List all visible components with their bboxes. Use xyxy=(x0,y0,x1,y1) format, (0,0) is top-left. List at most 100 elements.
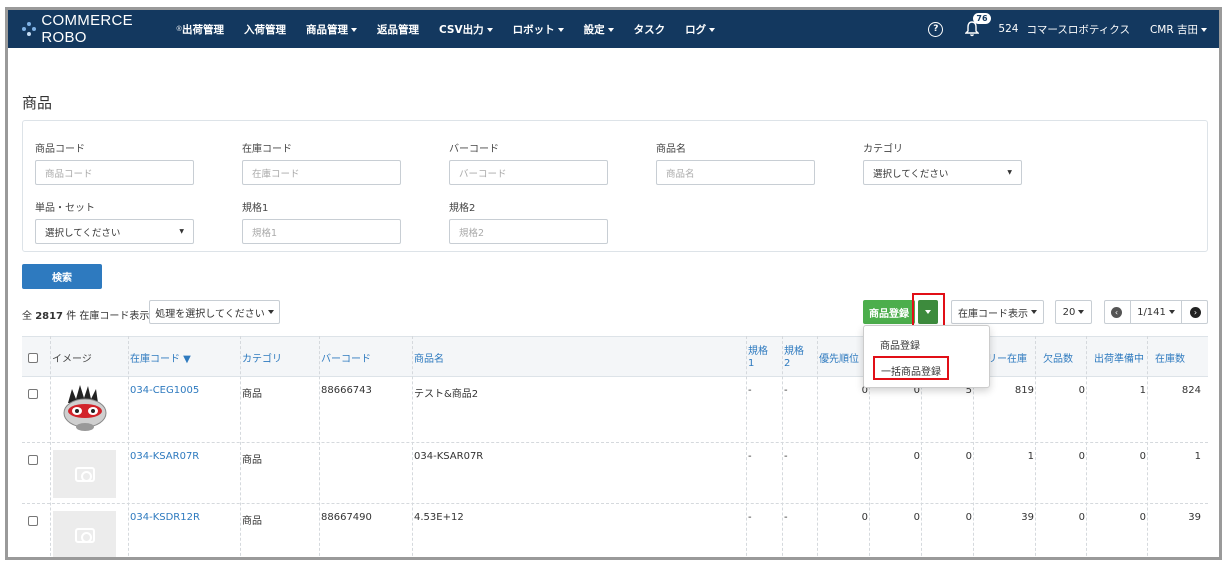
notification-badge: 76 xyxy=(973,13,991,24)
col-stock-code[interactable]: 在庫コード ▼ xyxy=(130,337,191,378)
spec2-input[interactable]: 規格2 xyxy=(449,219,608,244)
select-arrow-icon: ▼ xyxy=(1007,169,1012,176)
product-thumbnail[interactable] xyxy=(54,383,116,435)
help-icon[interactable]: ? xyxy=(928,21,944,37)
col-spec2[interactable]: 規格 2 xyxy=(784,337,804,378)
filter-panel: 商品コード 商品コード 在庫コード 在庫コード バーコード バーコード 商品名 … xyxy=(22,120,1208,252)
product-name-input[interactable]: 商品名 xyxy=(656,160,815,185)
col-category[interactable]: カテゴリ xyxy=(242,337,282,378)
page-title: 商品 xyxy=(22,94,53,112)
per-page-select[interactable]: 20 xyxy=(1055,300,1092,324)
search-button[interactable]: 検索 xyxy=(22,264,102,289)
spec1-field: 規格1 規格1 xyxy=(242,199,401,244)
product-thumbnail[interactable] xyxy=(53,511,116,557)
col-image: イメージ xyxy=(52,354,92,365)
register-dropdown-menu: 商品登録 一括商品登録 xyxy=(863,325,990,388)
highlight-box xyxy=(873,356,949,380)
cell-spec1: - xyxy=(748,385,752,396)
cell-free-stock: 39 xyxy=(1021,512,1034,523)
nav-item[interactable]: CSV出力 xyxy=(439,22,493,37)
cell-spec2: - xyxy=(784,385,788,396)
column-divider xyxy=(1035,336,1036,557)
column-divider xyxy=(50,336,51,557)
bulk-action-select[interactable]: 処理を選択してください xyxy=(149,300,280,324)
notifications-button[interactable]: 76 xyxy=(964,13,991,37)
cell-shortage: 0 xyxy=(1078,385,1085,396)
column-divider xyxy=(817,336,818,557)
nav-item[interactable]: ロボット xyxy=(513,22,564,37)
col-preparing[interactable]: 出荷準備中 xyxy=(1094,337,1144,378)
row-checkbox[interactable] xyxy=(28,516,38,526)
camera-icon xyxy=(74,527,95,543)
table-row: 034-KSAR07R 商品 034-KSAR07R - - 0 0 1 0 0 1 xyxy=(22,443,1208,504)
stock-code-input[interactable]: 在庫コード xyxy=(242,160,401,185)
nav-item[interactable]: 商品管理 xyxy=(306,22,357,37)
row-checkbox[interactable] xyxy=(28,455,38,465)
cell-stock: 824 xyxy=(1181,385,1201,396)
register-product-button[interactable]: 商品登録 xyxy=(863,300,915,324)
col-shortage[interactable]: 欠品数 xyxy=(1043,337,1073,378)
nav-item[interactable]: 出荷管理 xyxy=(182,22,224,37)
cell-free-stock: 819 xyxy=(1014,385,1034,396)
cell-preparing: 1 xyxy=(1139,385,1146,396)
col-spec1[interactable]: 規格 1 xyxy=(748,337,768,378)
col-name[interactable]: 商品名 xyxy=(414,337,444,378)
cell-stock-code[interactable]: 034-KSAR07R xyxy=(130,451,199,462)
cell-barcode: 88666743 xyxy=(321,385,372,396)
brand-logo[interactable]: COMMERCE ROBO ® xyxy=(22,12,182,46)
col-priority[interactable]: 優先順位 xyxy=(819,337,859,378)
cell-stock: 39 xyxy=(1188,512,1201,523)
col-barcode[interactable]: バーコード xyxy=(321,337,371,378)
select-all-checkbox[interactable] xyxy=(28,353,38,363)
column-divider xyxy=(746,336,747,557)
single-set-field: 単品・セット 選択してください ▼ xyxy=(35,199,194,244)
column-divider xyxy=(412,336,413,557)
menu-item-register[interactable]: 商品登録 xyxy=(880,337,920,352)
table-row: 034-CEG1005 商品 88666743 テスト&商品2- -0 0 5 819 0 1 82… xyxy=(22,377,1208,443)
table-row: 034-KSDR12R 商品 88667490 4.53E+12 - - 0 0 0 39 0 0 39 xyxy=(22,504,1208,557)
category-field: カテゴリ 選択してください ▼ xyxy=(863,140,1022,185)
result-count: 全 2817 件 在庫コード表示 xyxy=(22,311,150,322)
column-divider xyxy=(782,336,783,557)
spec2-field: 規格2 規格2 xyxy=(449,199,608,244)
col-stock[interactable]: 在庫数 xyxy=(1155,337,1185,378)
nav-item[interactable]: 返品管理 xyxy=(377,22,419,37)
chevron-down-icon xyxy=(351,27,357,32)
cell-name: 4.53E+12 xyxy=(414,512,464,523)
next-page-icon[interactable]: › xyxy=(1189,306,1201,318)
table-header: イメージ 在庫コード ▼ カテゴリ バーコード 商品名 規格 1 規格 2 優先順位… xyxy=(22,336,1208,377)
column-divider xyxy=(1086,336,1087,557)
cell-preparing: 0 xyxy=(1139,512,1146,523)
product-code-input[interactable]: 商品コード xyxy=(35,160,194,185)
nav-item[interactable]: 入荷管理 xyxy=(244,22,286,37)
chevron-down-icon xyxy=(557,27,564,32)
nav-item[interactable]: タスク xyxy=(634,22,666,37)
cell-category: 商品 xyxy=(242,516,262,527)
company-name[interactable]: コマースロボティクス xyxy=(1026,22,1130,37)
nav-item[interactable]: ログ xyxy=(685,22,716,37)
cell-stock-code[interactable]: 034-CEG1005 xyxy=(130,385,199,396)
spec1-input[interactable]: 規格1 xyxy=(242,219,401,244)
cell-priority: 0 xyxy=(861,512,868,523)
prev-page-icon[interactable]: ‹ xyxy=(1111,306,1122,318)
cell-stock-code[interactable]: 034-KSDR12R xyxy=(130,512,200,523)
barcode-field: バーコード バーコード xyxy=(449,140,608,185)
user-menu[interactable]: CMR 吉田 xyxy=(1150,22,1207,37)
account-id: 524 xyxy=(998,23,1019,35)
chevron-down-icon xyxy=(1031,310,1037,314)
display-mode-select[interactable]: 在庫コード表示 xyxy=(951,300,1044,324)
category-select[interactable]: 選択してください ▼ xyxy=(863,160,1022,185)
cell-spec1: - xyxy=(748,512,752,523)
chevron-down-icon xyxy=(1201,27,1207,32)
chevron-down-icon xyxy=(1168,310,1175,314)
col-free-stock[interactable]: リー在庫 xyxy=(987,337,1027,378)
row-checkbox[interactable] xyxy=(28,389,38,399)
cell-spec2: - xyxy=(784,512,788,523)
barcode-input[interactable]: バーコード xyxy=(449,160,608,185)
nav-item[interactable]: 設定 xyxy=(584,22,614,37)
product-thumbnail[interactable] xyxy=(53,450,116,498)
cell-shortage: 0 xyxy=(1078,451,1085,462)
page-select[interactable]: 1/141 xyxy=(1130,301,1182,323)
column-divider xyxy=(319,336,320,557)
single-set-select[interactable]: 選択してください ▼ xyxy=(35,219,194,244)
